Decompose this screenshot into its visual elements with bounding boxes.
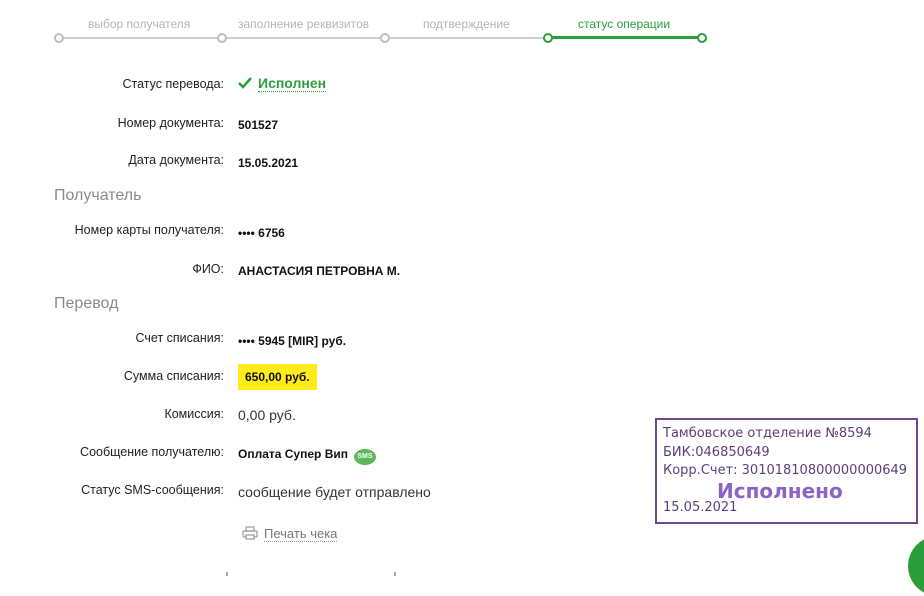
sms-status-label: Статус SMS-сообщения: <box>81 483 224 497</box>
status-row: Статус перевода: Исполнен <box>0 75 640 101</box>
step-label-2: заполнение реквизитов <box>238 17 370 31</box>
name-label: ФИО: <box>192 262 224 276</box>
sms-status-row: Статус SMS-сообщения: сообщение будет от… <box>0 483 640 507</box>
step-label-3: подтверждение <box>423 17 510 31</box>
name-row: ФИО: АНАСТАСИЯ ПЕТРОВНА М. <box>0 262 640 286</box>
account-value: •••• 5945 [MIR] руб. <box>238 334 347 348</box>
step-dot-2 <box>217 33 227 43</box>
status-label: Статус перевода: <box>122 77 224 91</box>
step-label-4-active: статус операции <box>578 17 671 31</box>
sms-icon: SMS <box>353 449 376 465</box>
doc-date-label: Дата документа: <box>128 153 224 167</box>
step-dot-end <box>697 33 707 43</box>
account-label: Счет списания: <box>135 331 224 345</box>
bank-stamp: Тамбовское отделение №8594 БИК:046850649… <box>655 418 918 524</box>
doc-date-value: 15.05.2021 <box>238 156 299 170</box>
sms-status-value: сообщение будет отправлено <box>238 484 431 500</box>
step-dot-1 <box>54 33 64 43</box>
doc-date-row: Дата документа: 15.05.2021 <box>0 153 640 177</box>
divider-tick-left <box>226 572 228 576</box>
account-row: Счет списания: •••• 5945 [MIR] руб. <box>0 331 640 355</box>
card-label: Номер карты получателя: <box>74 223 224 237</box>
step-label-1: выбор получателя <box>88 17 191 31</box>
transfer-section-title: Перевод <box>54 295 119 312</box>
divider-tick-right <box>394 572 396 576</box>
amount-value: 650,00 руб. <box>238 364 317 390</box>
card-value: •••• 6756 <box>238 226 285 240</box>
message-label: Сообщение получателю: <box>80 445 224 459</box>
name-value: АНАСТАСИЯ ПЕТРОВНА М. <box>238 264 401 278</box>
doc-number-value: 501527 <box>238 118 279 132</box>
printer-icon <box>242 526 258 540</box>
message-value-wrap: Оплата Супер Вип SMS <box>238 447 376 465</box>
amount-label: Сумма списания: <box>123 369 224 383</box>
doc-number-label: Номер документа: <box>117 116 224 130</box>
step-line-middle <box>384 37 548 39</box>
step-dot-4 <box>543 33 553 43</box>
stamp-branch: Тамбовское отделение №8594 <box>663 426 872 441</box>
amount-row: Сумма списания: <box>0 369 640 393</box>
stamp-date: 15.05.2021 <box>663 500 738 515</box>
status-value: Исполнен <box>258 75 327 92</box>
chat-button[interactable] <box>908 536 924 596</box>
progress-stepper: выбор получателя заполнение реквизитов п… <box>0 0 924 50</box>
stamp-bik: БИК:046850649 <box>663 445 770 460</box>
fee-row: Комиссия: 0,00 руб. <box>0 407 640 431</box>
status-value-wrap: Исполнен <box>238 75 327 93</box>
stamp-corr-account: Корр.Счет: 30101810800000000649 <box>663 463 908 478</box>
step-line-active <box>548 36 702 39</box>
message-row: Сообщение получателю: Оплата Супер Вип SM… <box>0 445 640 469</box>
step-dot-3 <box>380 33 390 43</box>
print-receipt-link[interactable]: Печать чека <box>242 526 338 542</box>
recipient-section-title: Получатель <box>54 187 142 204</box>
fee-label: Комиссия: <box>164 407 224 421</box>
message-value: Оплата Супер Вип <box>238 447 348 461</box>
card-row: Номер карты получателя: •••• 6756 <box>0 223 640 247</box>
check-icon <box>238 77 252 89</box>
fee-value: 0,00 руб. <box>238 407 296 423</box>
print-receipt-label: Печать чека <box>264 526 338 542</box>
doc-number-row: Номер документа: 501527 <box>0 116 640 140</box>
